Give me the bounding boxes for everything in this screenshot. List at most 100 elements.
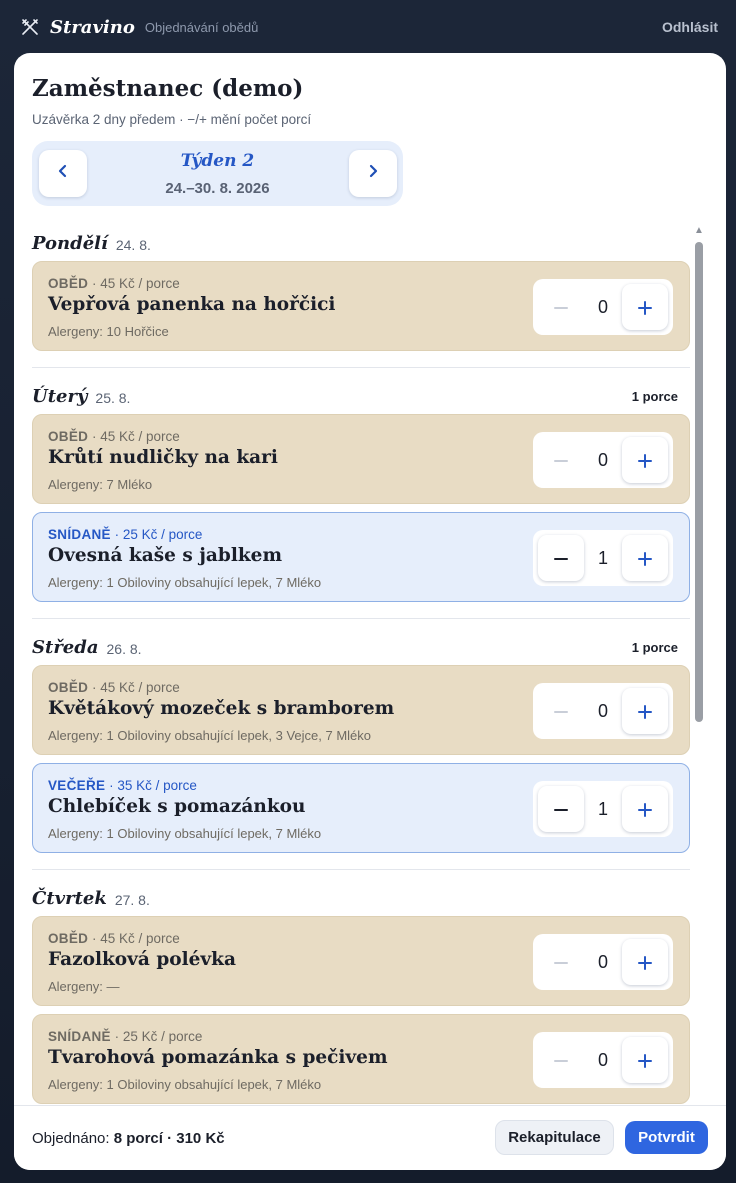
meal-card: OBĚD · 45 Kč / porce Květákový mozeček s …: [32, 665, 690, 755]
meal-type: SNÍDANĚ: [48, 527, 111, 542]
quantity-stepper: 0: [533, 1032, 673, 1088]
scroll-up-arrow-icon[interactable]: ▲: [693, 225, 705, 237]
plus-icon: [637, 292, 653, 323]
page-subtitle: Uzávěrka 2 dny předem · −/+ mění počet p…: [32, 112, 312, 127]
meal-allergens: Alergeny: 10 Hořčice: [48, 324, 169, 339]
quantity-value: 1: [597, 547, 608, 568]
meal-name: Fazolková polévka: [48, 949, 236, 970]
meal-type: OBĚD: [48, 276, 89, 291]
plus-icon: [637, 696, 653, 727]
meal-type: SNÍDANĚ: [48, 1029, 111, 1044]
decrease-quantity-button[interactable]: [538, 1037, 584, 1083]
meal-card: VEČEŘE · 35 Kč / porce Chlebíček s pomazá…: [32, 763, 690, 853]
increase-quantity-button[interactable]: [622, 1037, 668, 1083]
decrease-quantity-button[interactable]: [538, 786, 584, 832]
scrollbar-thumb[interactable]: [695, 242, 703, 722]
quantity-value: 0: [597, 700, 608, 721]
decrease-quantity-button[interactable]: [538, 939, 584, 985]
app-subtitle: Objednávání obědů: [144, 19, 259, 35]
quantity-stepper: 0: [533, 432, 673, 488]
minus-icon: [553, 292, 569, 323]
meal-meta: VEČEŘE · 35 Kč / porce: [48, 778, 197, 793]
page-title: Zaměstnanec (demo): [32, 75, 304, 102]
decrease-quantity-button[interactable]: [538, 437, 584, 483]
decrease-quantity-button[interactable]: [538, 284, 584, 330]
increase-quantity-button[interactable]: [622, 688, 668, 734]
cutlery-cross-icon: [20, 17, 40, 37]
meal-allergens: Alergeny: 7 Mléko: [48, 477, 153, 492]
increase-quantity-button[interactable]: [622, 786, 668, 832]
plus-icon: [637, 543, 653, 574]
next-week-button[interactable]: [349, 150, 397, 197]
day-section: Pondělí 24. 8. OBĚD · 45 Kč / porce Vepřová…: [32, 225, 690, 368]
quantity-stepper: 0: [533, 683, 673, 739]
week-navigator: Týden 2 24.–30. 8. 2026: [32, 141, 403, 206]
week-label: Týden 2: [180, 151, 255, 171]
top-bar: Stravino Objednávání obědů Odhlásit: [0, 0, 736, 54]
meal-list-scroll[interactable]: Pondělí 24. 8. OBĚD · 45 Kč / porce Vepřová…: [14, 225, 726, 1143]
day-date: 24. 8.: [115, 236, 151, 253]
scrollbar[interactable]: ▲ ▼: [693, 225, 705, 1143]
minus-icon: [553, 696, 569, 727]
day-date: 25. 8.: [95, 389, 131, 406]
meal-type: OBĚD: [48, 680, 89, 695]
day-date: 26. 8.: [106, 640, 142, 657]
meal-price: · 25 Kč / porce: [110, 527, 203, 542]
plus-icon: [637, 794, 653, 825]
increase-quantity-button[interactable]: [622, 939, 668, 985]
meal-meta: OBĚD · 45 Kč / porce: [48, 680, 180, 695]
quantity-stepper: 1: [533, 530, 673, 586]
increase-quantity-button[interactable]: [622, 437, 668, 483]
minus-icon: [553, 543, 569, 574]
meal-name: Květákový mozeček s bramborem: [48, 698, 395, 719]
meal-type: VEČEŘE: [48, 778, 106, 793]
day-header: Pondělí 24. 8.: [32, 225, 690, 261]
meal-type: OBĚD: [48, 429, 89, 444]
meal-meta: SNÍDANĚ · 25 Kč / porce: [48, 1029, 202, 1044]
meal-allergens: Alergeny: 1 Obiloviny obsahující lepek, …: [48, 728, 372, 743]
day-header: Čtvrtek 27. 8.: [32, 880, 690, 916]
meal-price: · 25 Kč / porce: [110, 1029, 203, 1044]
quantity-stepper: 0: [533, 934, 673, 990]
confirm-button[interactable]: Potvrdit: [625, 1121, 708, 1154]
recap-button[interactable]: Rekapitulace: [495, 1120, 614, 1155]
decrease-quantity-button[interactable]: [538, 688, 584, 734]
increase-quantity-button[interactable]: [622, 284, 668, 330]
meal-card: OBĚD · 45 Kč / porce Fazolková polévka Ale…: [32, 916, 690, 1006]
meal-card: OBĚD · 45 Kč / porce Krůtí nudličky na ka…: [32, 414, 690, 504]
brand-name: Stravino: [50, 16, 135, 38]
meal-price: · 35 Kč / porce: [105, 778, 197, 793]
meal-name: Krůtí nudličky na kari: [48, 447, 278, 468]
quantity-value: 0: [597, 1049, 608, 1070]
day-header: Úterý 25. 8. 1 porce: [32, 378, 690, 414]
meal-name: Ovesná kaše s jablkem: [48, 545, 283, 566]
meal-allergens: Alergeny: 1 Obiloviny obsahující lepek, …: [48, 1077, 322, 1092]
day-section: Středa 26. 8. 1 porce OBĚD · 45 Kč / porce K…: [32, 629, 690, 870]
plus-icon: [637, 1045, 653, 1076]
day-section: Čtvrtek 27. 8. OBĚD · 45 Kč / porce Fazolko…: [32, 880, 690, 1121]
meal-type: OBĚD: [48, 931, 89, 946]
logout-button[interactable]: Odhlásit: [662, 19, 718, 35]
minus-icon: [553, 947, 569, 978]
minus-icon: [553, 794, 569, 825]
meal-card: OBĚD · 45 Kč / porce Vepřová panenka na h…: [32, 261, 690, 351]
quantity-value: 0: [597, 449, 608, 470]
day-portion-count: 1 porce: [631, 388, 678, 404]
meal-meta: OBĚD · 45 Kč / porce: [48, 931, 180, 946]
meal-price: · 45 Kč / porce: [88, 931, 180, 946]
week-range: 24.–30. 8. 2026: [165, 180, 270, 197]
main-card: Zaměstnanec (demo) Uzávěrka 2 dny předem…: [14, 53, 726, 1170]
minus-icon: [553, 445, 569, 476]
day-name: Pondělí: [32, 232, 108, 254]
increase-quantity-button[interactable]: [622, 535, 668, 581]
decrease-quantity-button[interactable]: [538, 535, 584, 581]
meal-card: SNÍDANĚ · 25 Kč / porce Ovesná kaše s jab…: [32, 512, 690, 602]
order-total: Objednáno: 8 porcí · 310 Kč: [32, 1130, 225, 1147]
minus-icon: [553, 1045, 569, 1076]
day-portion-count: 1 porce: [631, 639, 678, 655]
quantity-value: 0: [597, 951, 608, 972]
plus-icon: [637, 947, 653, 978]
day-name: Čtvrtek: [32, 887, 107, 909]
meal-meta: OBĚD · 45 Kč / porce: [48, 276, 180, 291]
plus-icon: [637, 445, 653, 476]
